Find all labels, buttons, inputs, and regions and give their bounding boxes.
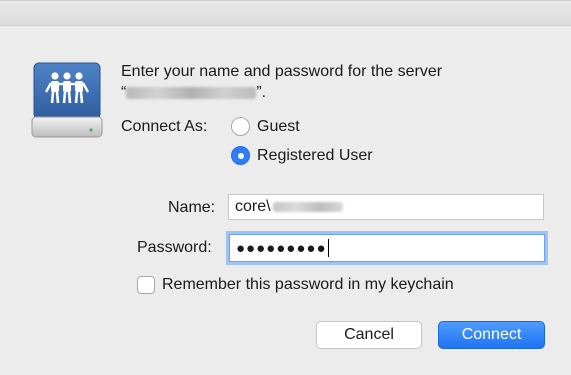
radio-guest[interactable]: Guest: [231, 117, 300, 136]
cancel-button[interactable]: Cancel: [316, 321, 422, 349]
radio-guest-label: Guest: [257, 117, 300, 135]
connect-button[interactable]: Connect: [438, 321, 545, 349]
radio-registered-user-label: Registered User: [257, 146, 373, 164]
radio-registered-user[interactable]: Registered User: [231, 146, 373, 165]
title-bar[interactable]: [0, 1, 571, 26]
name-field[interactable]: core\: [228, 194, 544, 220]
password-field-value: ●●●●●●●●●: [236, 239, 327, 257]
prompt-line-1: Enter your name and password for the ser…: [121, 63, 443, 80]
connect-to-server-dialog: Enter your name and password for the ser…: [0, 0, 571, 375]
password-field[interactable]: ●●●●●●●●●: [229, 234, 545, 262]
remember-keychain-option[interactable]: Remember this password in my keychain: [137, 276, 454, 294]
remember-keychain-label: Remember this password in my keychain: [162, 276, 454, 293]
name-label: Name:: [168, 199, 216, 216]
connect-as-label: Connect As:: [121, 118, 208, 135]
password-label: Password:: [137, 239, 212, 256]
text-caret: [327, 239, 329, 257]
radio-button-registered-user[interactable]: [231, 146, 250, 165]
redacted-username: [272, 202, 343, 212]
radio-button-guest[interactable]: [231, 117, 250, 136]
prompt-quote-close: ”.: [256, 84, 267, 101]
redacted-server-name: [126, 86, 257, 99]
server-prompt-text: Enter your name and password for the ser…: [121, 61, 551, 103]
remember-keychain-checkbox[interactable]: [137, 276, 155, 294]
name-field-value: core\: [235, 198, 271, 215]
shared-server-drive-icon: [29, 59, 105, 141]
